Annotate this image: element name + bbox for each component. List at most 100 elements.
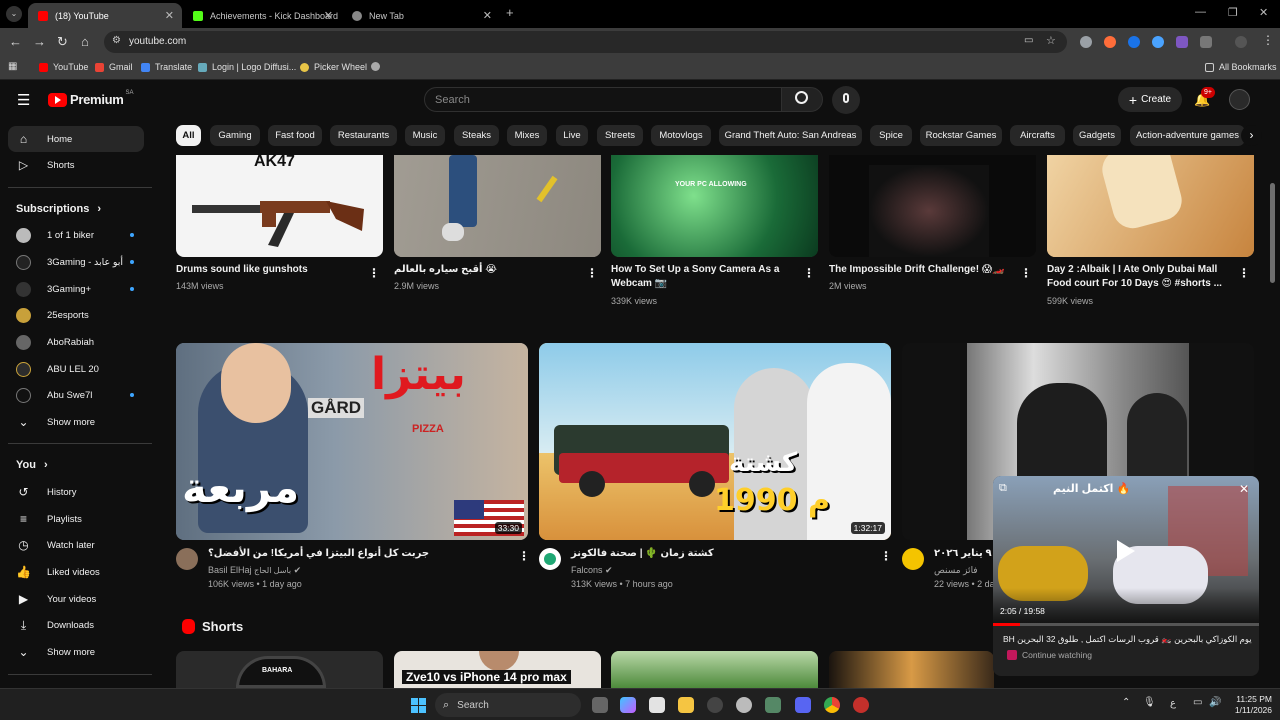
chips-next-chevron-icon[interactable]: › [1241,125,1262,146]
clock[interactable]: 11:25 PM 1/11/2026 [1228,694,1272,716]
chip-motovlogs[interactable]: Motovlogs [651,125,711,146]
close-tab-icon[interactable]: ✕ [324,9,333,22]
chip-music[interactable]: Music [405,125,445,146]
sidebar-sub-abulel20[interactable]: ABU LEL 20 [8,356,144,382]
store-icon[interactable] [649,697,665,713]
video-title[interactable]: How To Set Up a Sony Camera As a [611,263,779,277]
channel-name[interactable]: Basil ElHaj باسل الحاج ✔ [208,563,301,578]
channel-name[interactable]: فائز مسنص [934,563,978,577]
account-avatar[interactable] [1229,89,1250,110]
extension-flame-icon[interactable] [1104,36,1116,48]
video-thumbnail[interactable] [829,155,1036,257]
bookmark-picker-wheel[interactable]: Picker Wheel [300,62,367,72]
video-menu-icon[interactable]: ⋮ [880,549,892,563]
apps-grid-icon[interactable]: ▦ [8,61,17,72]
close-tab-icon[interactable]: ✕ [165,9,174,22]
chip-fast-food[interactable]: Fast food [268,125,322,146]
video-thumbnail[interactable]: YOUR PC ALLOWING [611,155,818,257]
discord-icon[interactable] [795,697,811,713]
close-window-icon[interactable]: ✕ [1259,6,1268,19]
chip-live[interactable]: Live [556,125,588,146]
chip-mixes[interactable]: Mixes [507,125,547,146]
install-app-icon[interactable]: ▭ [1024,35,1033,46]
sidebar-item-downloads[interactable]: ⤓ Downloads [8,612,144,638]
chip-gaming[interactable]: Gaming [210,125,260,146]
bookmark-translate[interactable]: Translate [141,62,192,72]
short-thumbnail[interactable] [611,651,818,688]
tray-mic-icon[interactable]: 🎙 [1143,697,1156,708]
profile-avatar[interactable] [1235,36,1247,48]
chip-all[interactable]: All [176,125,201,146]
sidebar-show-more-2[interactable]: ⌄ Show more [8,639,144,665]
bookmark-youtube[interactable]: YouTube [39,62,88,72]
video-menu-icon[interactable]: ⋮ [586,266,598,280]
extension-gamepad-icon[interactable] [1080,36,1092,48]
home-button-icon[interactable]: ⌂ [81,34,89,49]
address-bar[interactable]: ⚙ youtube.com ▭ ☆ [104,31,1067,53]
miniplayer[interactable]: ⧉ اكتمل النيم 🔥 ✕ 2:05 / 19:58 BH يوم ال… [993,476,1259,676]
continue-watching[interactable]: Continue watching [1007,650,1092,660]
sidebar-sub-3gaming-abed[interactable]: 3Gaming - أبو عابد [8,249,144,275]
short-thumbnail[interactable] [829,651,994,688]
taskbar-search[interactable]: ⌕ Search [435,693,581,717]
task-view-icon[interactable] [592,697,608,713]
sidebar-item-shorts[interactable]: ▷ Shorts [8,152,144,178]
video-title[interactable]: The Impossible Drift Challenge! 😱🏎️ [829,263,1005,277]
network-icon[interactable]: ▭ [1193,697,1202,708]
video-thumbnail[interactable]: كشتة 1990 م 1:32:17 [539,343,891,540]
sidebar-item-home[interactable]: ⌂ Home [8,126,144,152]
youtube-app-icon[interactable] [853,697,869,713]
chip-steaks[interactable]: Steaks [454,125,499,146]
video-thumbnail[interactable]: AK47 [176,155,383,257]
input-language[interactable]: ع [1170,698,1176,709]
tab-kick[interactable]: Achievements - Kick Dashboard ✕ [183,3,341,28]
maximize-icon[interactable]: ❐ [1228,6,1238,19]
tab-new-tab[interactable]: New Tab ✕ [342,3,500,28]
tray-chevron-icon[interactable]: ⌃ [1122,697,1130,708]
copilot-icon[interactable] [620,697,636,713]
video-menu-icon[interactable]: ⋮ [1238,266,1250,280]
video-menu-icon[interactable]: ⋮ [368,266,380,280]
new-tab-icon[interactable]: + [506,5,514,20]
site-info-icon[interactable]: ⚙ [112,35,121,46]
settings-icon[interactable] [736,697,752,713]
video-menu-icon[interactable]: ⋮ [518,549,530,563]
chip-spice[interactable]: Spice [870,125,912,146]
all-bookmarks[interactable]: All Bookmarks [1205,62,1277,72]
subscriptions-header[interactable]: Subscriptions › [16,203,101,215]
you-header[interactable]: You › [16,459,48,471]
video-title[interactable]: جربت كل أنواع البيتزا في أمريكا! من الأف… [208,547,429,561]
chip-action-adventure[interactable]: Action-adventure games [1130,125,1245,146]
chip-gadgets[interactable]: Gadgets [1073,125,1121,146]
volume-icon[interactable]: 🔊 [1209,697,1221,708]
tab-youtube[interactable]: (18) YouTube ✕ [28,3,182,28]
extension-shield-icon[interactable] [1152,36,1164,48]
expand-icon[interactable]: ⧉ [999,482,1007,495]
extensions-puzzle-icon[interactable] [1200,36,1212,48]
short-thumbnail[interactable]: Zve10 vs iPhone 14 pro max [394,651,601,688]
close-tab-icon[interactable]: ✕ [483,9,492,22]
reload-icon[interactable]: ↻ [57,34,68,50]
video-title[interactable]: كشتة زمان 🌵 | صحنة فالكونز [571,547,714,561]
steam-icon[interactable] [707,697,723,713]
chrome-icon[interactable] [824,697,840,713]
channel-avatar[interactable] [902,548,924,570]
video-menu-icon[interactable]: ⋮ [803,266,815,280]
play-icon[interactable] [1117,540,1135,562]
chip-gta-san-andreas[interactable]: Grand Theft Auto: San Andreas [719,125,862,146]
extension-purple-icon[interactable] [1176,36,1188,48]
notifications-button[interactable]: 🔔 9+ [1194,87,1215,109]
chrome-menu-icon[interactable]: ⋮ [1262,33,1274,47]
create-button[interactable]: + Create [1118,87,1182,112]
page-scrollbar[interactable] [1270,183,1275,283]
chip-streets[interactable]: Streets [597,125,643,146]
sidebar-sub-1of1biker[interactable]: 1 of 1 biker [8,222,144,248]
tab-search-icon[interactable]: ⌄ [6,6,22,22]
video-title-line2[interactable]: Webcam 📷 [611,277,667,291]
close-miniplayer-icon[interactable]: ✕ [1239,482,1249,496]
voice-search-button[interactable] [832,86,860,114]
chip-rockstar-games[interactable]: Rockstar Games [920,125,1002,146]
file-explorer-icon[interactable] [678,697,694,713]
miniplayer-title[interactable]: BH يوم الكوزاكي بالبحرين 🏍️ قروب الرسات … [1003,634,1253,645]
channel-name[interactable]: Falcons ✔ [571,563,613,577]
